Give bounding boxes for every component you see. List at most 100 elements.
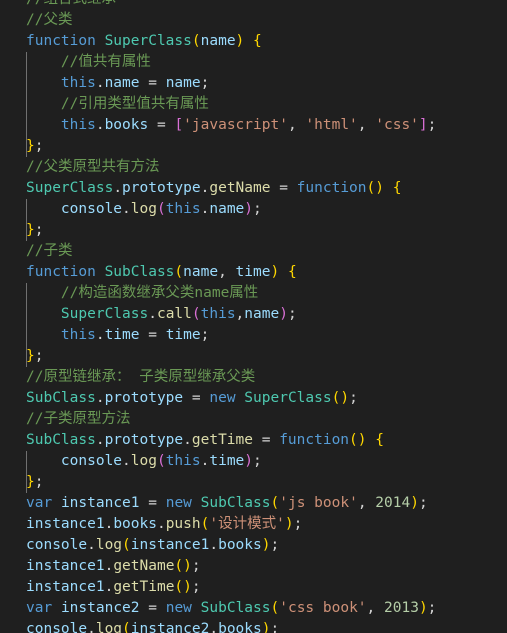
code-token-fn: call (156, 306, 192, 322)
code-line[interactable]: this.time = time; (0, 325, 507, 346)
code-token-op: ; (253, 201, 262, 217)
code-token-fn: push (165, 516, 201, 532)
code-token-cm: //子类原型方法 (26, 411, 131, 427)
code-token-id: instance1 (26, 516, 105, 532)
code-token-p1: { (375, 432, 384, 448)
code-line[interactable]: console.log(instance1.books); (0, 535, 507, 556)
code-token-cls: SubClass (26, 390, 96, 406)
code-line[interactable]: SubClass.prototype = new SuperClass(); (0, 388, 507, 409)
code-editor[interactable]: //组合式继承//父类function SuperClass(name) { /… (0, 0, 507, 633)
code-token-op (384, 180, 393, 196)
code-line[interactable]: console.log(instance2.books); (0, 619, 507, 633)
code-token-cls: SuperClass (104, 33, 192, 49)
code-token-id: name (209, 201, 245, 217)
code-token-p2: ) (244, 453, 254, 469)
code-token-op: , (235, 306, 245, 322)
code-token-kw: var (26, 495, 53, 511)
code-token-kw: new (165, 495, 192, 511)
code-token-op: = (183, 390, 210, 406)
code-line[interactable]: console.log(this.time); (0, 451, 507, 472)
code-token-op: . (148, 306, 157, 322)
code-token-op: = (139, 327, 166, 343)
code-content[interactable]: //组合式继承//父类function SuperClass(name) { /… (0, 0, 507, 633)
code-line[interactable]: //父类原型共有方法 (0, 157, 507, 178)
code-token-op: ; (418, 495, 428, 511)
code-line[interactable]: SuperClass.call(this,name); (0, 304, 507, 325)
code-line[interactable]: //子类原型方法 (0, 409, 507, 430)
code-token-op: = (148, 117, 175, 133)
code-token-str: 'js book' (279, 495, 358, 511)
code-line[interactable]: function SubClass(name, time) { (0, 262, 507, 283)
code-token-op (192, 495, 201, 511)
code-token-id: prototype (122, 180, 201, 196)
code-token-op: . (209, 621, 219, 633)
code-token-op: ; (34, 222, 44, 238)
code-token-cm: //值共有属性 (60, 54, 151, 70)
code-line[interactable]: SuperClass.prototype.getName = function(… (0, 178, 507, 199)
code-token-op: . (104, 516, 114, 532)
code-token-op (26, 75, 61, 91)
code-line[interactable]: instance1.books.push('设计模式'); (0, 514, 507, 535)
code-line[interactable]: }; (0, 136, 507, 157)
code-token-kw: this (200, 306, 236, 322)
code-token-op: ; (287, 306, 297, 322)
code-token-id: books (113, 516, 157, 532)
code-token-p2: [ (174, 117, 184, 133)
code-token-id: prototype (104, 432, 184, 448)
code-line[interactable]: function SuperClass(name) { (0, 31, 507, 52)
code-line[interactable]: //值共有属性 (0, 52, 507, 73)
code-token-p1: { (287, 264, 297, 280)
code-token-op (26, 96, 61, 112)
code-token-op (26, 453, 61, 469)
code-token-p2: ) (279, 306, 288, 322)
code-token-p1: { (253, 33, 262, 49)
code-token-op: , (366, 600, 385, 616)
code-token-op (26, 201, 61, 217)
code-line[interactable]: console.log(this.name); (0, 199, 507, 220)
code-line[interactable]: instance1.getTime(); (0, 577, 507, 598)
code-line[interactable]: //引用类型值共有属性 (0, 94, 507, 115)
code-token-cls: SuperClass (244, 390, 332, 406)
code-line[interactable]: //组合式继承 (0, 0, 507, 10)
code-token-p1: ( (270, 600, 280, 616)
code-line[interactable]: var instance2 = new SubClass('css book',… (0, 598, 507, 619)
code-token-op: . (95, 75, 105, 91)
code-token-op (26, 285, 61, 301)
code-line[interactable]: this.name = name; (0, 73, 507, 94)
code-token-str: 'css book' (279, 600, 367, 616)
code-token-op: = (139, 75, 166, 91)
code-line[interactable]: instance1.getName(); (0, 556, 507, 577)
code-line[interactable]: }; (0, 346, 507, 367)
code-line[interactable]: var instance1 = new SubClass('js book', … (0, 493, 507, 514)
code-token-p1: ) (418, 600, 428, 616)
code-token-p1: ( (122, 537, 131, 553)
code-token-op (192, 600, 201, 616)
code-token-op: . (95, 117, 105, 133)
code-line[interactable]: //父类 (0, 10, 507, 31)
code-token-kw: this (165, 201, 201, 217)
code-token-cm: //引用类型值共有属性 (60, 96, 209, 112)
code-token-str: 'css' (375, 117, 419, 133)
code-token-num: 2013 (384, 600, 419, 616)
code-line[interactable]: //子类 (0, 241, 507, 262)
code-token-cls: SuperClass (60, 306, 149, 322)
code-token-p1: } (26, 348, 35, 364)
code-token-kw: function (26, 33, 96, 49)
code-line[interactable]: }; (0, 220, 507, 241)
code-token-p1: () (174, 558, 192, 574)
code-token-p2: ( (156, 453, 166, 469)
code-token-op: = (139, 495, 166, 511)
code-line[interactable]: SubClass.prototype.getTime = function() … (0, 430, 507, 451)
code-token-id: books (104, 117, 149, 133)
code-token-fn: getName (113, 558, 175, 574)
code-token-kw: this (60, 117, 96, 133)
code-line[interactable]: //原型链继承： 子类原型继承父类 (0, 367, 507, 388)
code-token-fn: log (130, 201, 157, 217)
code-token-op: ; (200, 327, 210, 343)
code-line[interactable]: this.books = ['javascript', 'html', 'css… (0, 115, 507, 136)
code-token-id: books (218, 537, 262, 553)
code-token-kw: new (165, 600, 192, 616)
code-line[interactable]: //构造函数继承父类name属性 (0, 283, 507, 304)
code-line[interactable]: }; (0, 472, 507, 493)
code-token-p1: ) (284, 516, 294, 532)
